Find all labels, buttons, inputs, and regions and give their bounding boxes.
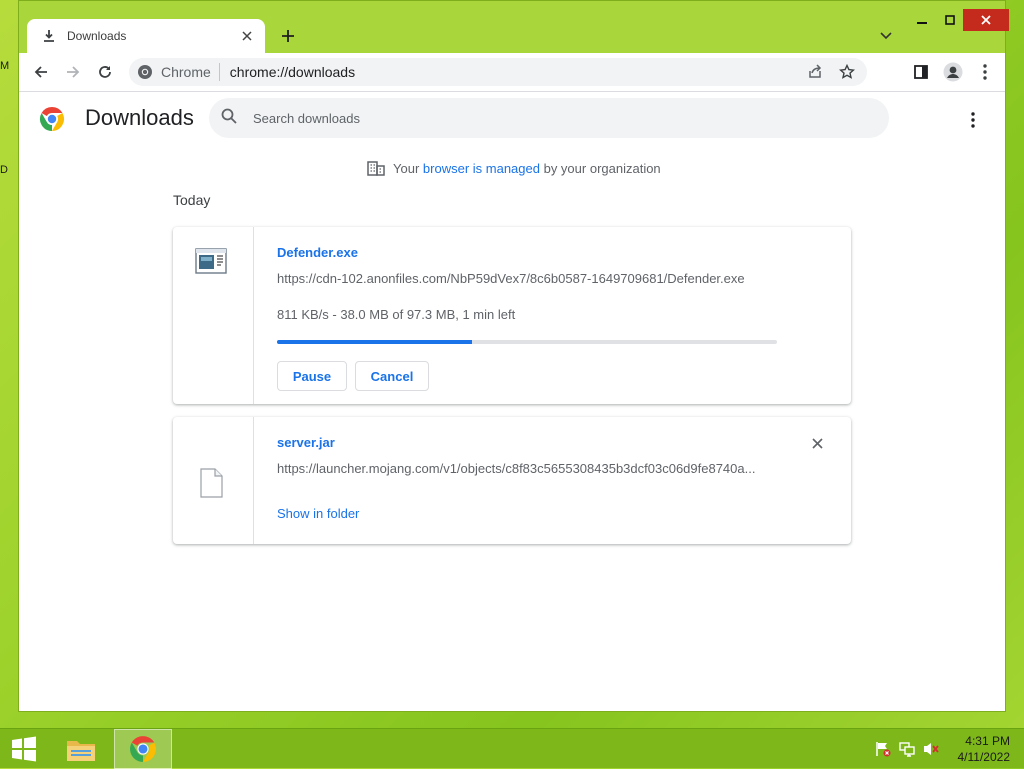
maximize-button[interactable] [937, 9, 963, 31]
download-item: Defender.exe https://cdn-102.anonfiles.c… [173, 227, 851, 404]
folder-icon [67, 741, 95, 761]
close-window-button[interactable] [963, 9, 1009, 31]
download-status: 811 KB/s - 38.0 MB of 97.3 MB, 1 min lef… [277, 307, 516, 322]
date-group-label: Today [173, 192, 211, 208]
side-panel-icon[interactable] [909, 60, 933, 84]
search-bar[interactable] [209, 98, 889, 138]
site-info[interactable]: Chrome [137, 64, 211, 80]
network-icon[interactable] [898, 740, 916, 758]
reload-button[interactable] [93, 60, 117, 84]
file-name-link[interactable]: server.jar [277, 435, 335, 450]
file-url: https://cdn-102.anonfiles.com/NbP59dVex7… [277, 271, 745, 286]
page-title: Downloads [85, 105, 194, 130]
executable-file-icon [195, 248, 227, 274]
downloads-header: Downloads [19, 92, 1005, 148]
divider [218, 63, 220, 81]
document-file-icon [200, 468, 223, 498]
clock-time: 4:31 PM [965, 734, 1010, 748]
title-bar: Downloads [19, 1, 1009, 53]
address-bar[interactable]: Chrome chrome://downloads [129, 58, 867, 86]
file-icon-column [173, 227, 254, 404]
file-icon-column [173, 417, 254, 544]
close-icon[interactable] [239, 28, 255, 44]
download-icon [41, 28, 57, 44]
minimize-button[interactable] [909, 9, 935, 31]
chrome-icon [138, 65, 152, 79]
remove-from-list-button[interactable] [807, 433, 827, 453]
file-explorer-button[interactable] [58, 729, 104, 769]
tab-title: Downloads [67, 29, 127, 43]
managed-suffix: by your organization [543, 160, 661, 176]
progress-fill [277, 340, 472, 344]
building-icon [367, 161, 385, 176]
cancel-button[interactable]: Cancel [355, 361, 429, 391]
clock-date: 4/11/2022 [957, 750, 1011, 764]
browser-toolbar: Chrome chrome://downloads [19, 53, 1005, 92]
show-in-folder-link[interactable]: Show in folder [277, 506, 359, 521]
new-tab-button[interactable] [277, 25, 299, 47]
url-text[interactable]: chrome://downloads [230, 64, 803, 80]
file-url: https://launcher.mojang.com/v1/objects/c… [277, 461, 756, 476]
profile-avatar[interactable] [941, 60, 965, 84]
downloads-menu-icon[interactable] [961, 108, 985, 132]
volume-muted-icon[interactable] [922, 740, 940, 758]
start-button[interactable] [4, 729, 44, 769]
progress-bar [277, 340, 777, 344]
managed-link[interactable]: browser is managed [423, 161, 540, 176]
chrome-icon [130, 736, 156, 762]
browser-window: Downloads Chrome chrome://downloads Down… [18, 0, 1009, 712]
search-icon [221, 108, 237, 129]
managed-prefix: Your [393, 160, 420, 176]
flag-alert-icon[interactable] [874, 740, 892, 758]
desktop-edge-fragment: D [0, 164, 8, 176]
desktop-edge-fragment: M [0, 60, 10, 72]
pause-button[interactable]: Pause [277, 361, 347, 391]
system-clock[interactable]: 4:31 PM 4/11/2022 [958, 733, 1011, 765]
download-item: server.jar https://launcher.mojang.com/v… [173, 417, 851, 544]
forward-button[interactable] [61, 60, 85, 84]
more-menu-icon[interactable] [973, 60, 997, 84]
share-icon[interactable] [803, 60, 827, 84]
back-button[interactable] [29, 60, 53, 84]
taskbar: 4:31 PM 4/11/2022 [0, 728, 1024, 769]
site-label: Chrome [161, 64, 211, 80]
chrome-taskbar-button[interactable] [114, 729, 172, 769]
file-name-link[interactable]: Defender.exe [277, 245, 358, 260]
downloads-page: Downloads Your browser is managed by you… [19, 92, 1005, 711]
chevron-down-icon[interactable] [877, 27, 895, 45]
star-icon[interactable] [835, 60, 859, 84]
windows-logo-icon [12, 736, 36, 762]
tab-downloads[interactable]: Downloads [27, 19, 265, 53]
search-input[interactable] [251, 109, 815, 127]
managed-notice: Your browser is managed by your organiza… [367, 160, 661, 176]
chrome-logo-icon [39, 107, 65, 131]
